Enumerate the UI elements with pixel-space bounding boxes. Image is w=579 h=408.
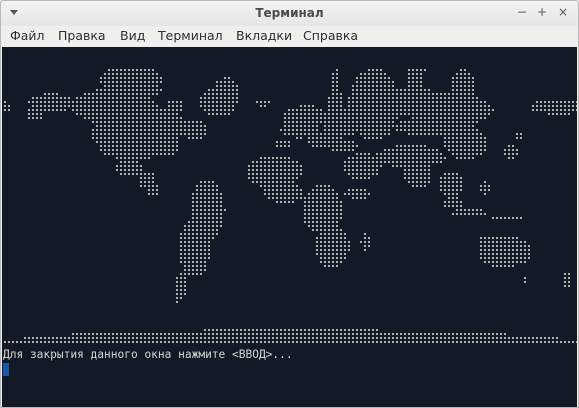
ascii-world-map	[4, 69, 577, 343]
menu-tabs[interactable]: Вкладки	[236, 28, 292, 43]
window-title: Терминал	[255, 6, 324, 20]
terminal-area[interactable]: Для закрытия данного окна нажмите <ВВОД>…	[2, 47, 577, 407]
title-bar[interactable]: Терминал − + ×	[1, 1, 578, 26]
terminal-window: Терминал − + × Файл Правка Вид Терминал …	[0, 0, 579, 408]
close-icon[interactable]: ×	[556, 5, 570, 19]
menu-bar: Файл Правка Вид Терминал Вкладки Справка	[1, 26, 578, 46]
menu-help[interactable]: Справка	[303, 28, 358, 43]
menu-terminal[interactable]: Терминал	[158, 28, 223, 43]
menu-edit[interactable]: Правка	[58, 28, 106, 43]
terminal-cursor[interactable]	[3, 363, 9, 376]
menu-file[interactable]: Файл	[10, 28, 45, 43]
terminal-output-line: Для закрытия данного окна нажмите <ВВОД>…	[3, 348, 293, 361]
minimize-icon[interactable]: −	[515, 5, 529, 19]
maximize-icon[interactable]: +	[535, 5, 549, 19]
menu-view[interactable]: Вид	[120, 28, 145, 43]
